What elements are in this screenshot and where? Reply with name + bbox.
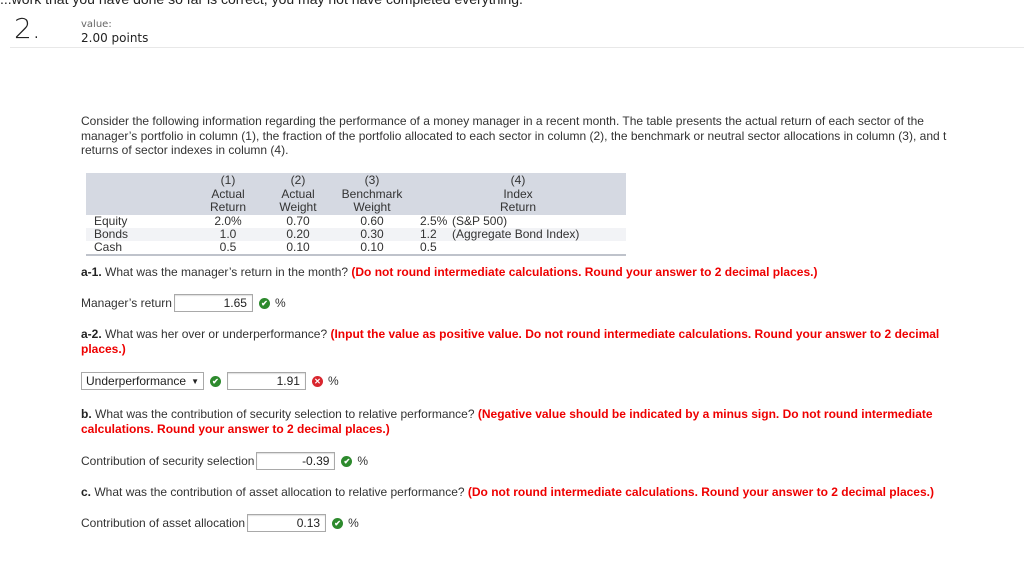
header-col2: (2) Actual Weight (262, 173, 334, 215)
cell-sector: Cash (86, 240, 194, 256)
incorrect-x-icon: ✕ (311, 375, 323, 387)
header-col3: (3) Benchmark Weight (334, 173, 410, 215)
cell-benchmark-weight: 0.60 (360, 213, 384, 228)
cell-actual-weight: 0.20 (262, 227, 334, 241)
table-row: Cash 0.5 0.10 0.10 0.5 (86, 240, 626, 256)
cell-benchmark-weight: 0.30 (334, 227, 410, 241)
correct-check-icon: ✔ (332, 517, 344, 529)
performance-type-select[interactable]: Underperformance ▼ (81, 372, 204, 390)
question-number: 2. (14, 12, 41, 45)
correct-check-icon: ✔ (341, 455, 353, 467)
cell-sector: Equity (94, 213, 128, 228)
header-col4: (4) Index Return (410, 173, 626, 215)
cell-actual-weight: 0.10 (262, 240, 334, 256)
points-value: 2.00 points (81, 31, 149, 45)
header-sector (86, 173, 194, 215)
cell-actual-return: 2.0% (214, 213, 242, 228)
header-divider (10, 47, 1024, 48)
cell-actual-return: 0.5 (194, 240, 262, 256)
answer-row-b: Contribution of security selection -0.39… (81, 452, 368, 470)
security-selection-input[interactable]: -0.39 (256, 452, 336, 470)
truncated-instruction-text: ...work that you have done so far is cor… (0, 0, 523, 7)
answer-row-a1: Manager’s return 1.65 ✔ % (81, 294, 286, 312)
field-label: Contribution of security selection (81, 454, 255, 468)
dropdown-arrow-icon: ▼ (191, 376, 199, 386)
cell-actual-return: 1.0 (194, 227, 262, 241)
field-label: Contribution of asset allocation (81, 516, 246, 530)
question-b: b. What was the contribution of security… (81, 407, 933, 436)
table-header-row: (1) Actual Return (2) Actual Weight (3) Bench… (86, 173, 626, 215)
intro-line: Consider the following information regar… (81, 114, 924, 128)
correct-check-icon: ✔ (209, 375, 221, 387)
answer-row-a2: Underperformance ▼ ✔ 1.91 ✕ % (81, 372, 339, 390)
percent-unit: % (348, 516, 359, 530)
percent-unit: % (274, 296, 286, 310)
question-intro: Consider the following information regar… (81, 114, 1024, 158)
question-a1: a-1. What was the manager’s return in th… (81, 265, 818, 279)
managers-return-input[interactable]: 1.65 (173, 294, 253, 312)
cell-index-return: 0.5 (410, 240, 626, 256)
cell-actual-weight: 0.70 (286, 213, 310, 228)
percent-unit: % (357, 454, 369, 468)
intro-line: returns of sector indexes in column (4). (81, 143, 289, 157)
answer-row-c: Contribution of asset allocation 0.13 ✔ … (81, 514, 359, 532)
cell-sector: Bonds (86, 227, 194, 241)
field-label: Manager’s return (81, 296, 172, 310)
table-row: Bonds 1.0 0.20 0.30 1.2 (Aggregate Bond I… (86, 227, 626, 241)
question-a2: a-2. What was her over or underperforman… (81, 327, 940, 356)
percent-unit: % (327, 374, 339, 388)
question-c: c. What was the contribution of asset al… (81, 485, 934, 499)
cell-benchmark-weight: 0.10 (334, 240, 410, 256)
intro-line: manager’s portfolio in column (1), the f… (81, 128, 947, 143)
asset-allocation-input[interactable]: 0.13 (247, 514, 327, 532)
value-label: value: (81, 19, 112, 30)
header-col1: (1) Actual Return (194, 173, 262, 215)
correct-check-icon: ✔ (258, 297, 270, 309)
performance-table: (1) Actual Return (2) Actual Weight (3) Bench… (86, 173, 626, 256)
cell-index-return: 1.2 (Aggregate Bond Index) (410, 227, 626, 241)
select-value: Underperformance (86, 374, 187, 388)
performance-value-input[interactable]: 1.91 (226, 372, 306, 390)
